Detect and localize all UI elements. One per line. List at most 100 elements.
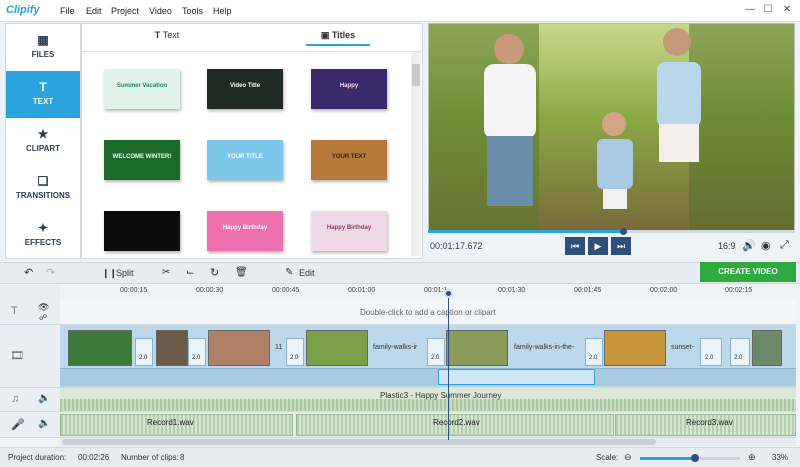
ruler-tick: 00:02:00 [650, 287, 678, 294]
prev-button[interactable]: ⏮ [565, 237, 585, 255]
transition-marker[interactable]: 2.0 [700, 338, 722, 366]
video-clip[interactable] [306, 330, 368, 366]
video-clip[interactable] [752, 330, 782, 366]
tab-text[interactable]: T Text [122, 30, 212, 46]
voice-track[interactable]: Record1.wav Record2.wav Record3.wav [60, 412, 796, 438]
text-icon: T [39, 80, 47, 94]
camera-icon[interactable]: ◉ [761, 239, 771, 252]
crop-icon[interactable]: ⌙ [186, 267, 194, 278]
video-clip[interactable] [208, 330, 270, 366]
title-thumb[interactable] [104, 211, 180, 251]
close-icon[interactable]: ✕ [779, 3, 795, 17]
voice-track-header: 🎤 🔈 [0, 412, 60, 438]
fullscreen-icon[interactable]: ⤢ [780, 239, 789, 252]
time-readout: 00:01:17.672 [430, 241, 483, 251]
sidebar-item-effects[interactable]: ✦ EFFECTS [6, 212, 80, 259]
menu-file[interactable]: File [60, 6, 75, 16]
create-video-button[interactable]: CREATE VIDEO [700, 262, 796, 282]
playback-progress[interactable] [428, 230, 795, 233]
volume-icon[interactable]: 🔈 [38, 393, 50, 404]
progress-knob[interactable] [619, 228, 627, 235]
panel-scrollbar[interactable] [411, 52, 421, 256]
thumb-text: Happy Birthday [326, 225, 372, 231]
maximize-icon[interactable]: ☐ [760, 3, 776, 17]
selected-transition[interactable] [438, 369, 595, 385]
trash-icon[interactable]: 🗑 [235, 267, 248, 278]
edit-button[interactable]: Edit [299, 268, 315, 278]
tab-label: Titles [331, 30, 356, 40]
menu-tools[interactable]: Tools [182, 6, 203, 16]
eye-icon[interactable]: 👁 [38, 302, 49, 313]
timeline-scrollbar[interactable] [60, 438, 796, 446]
menu-video[interactable]: Video [149, 6, 172, 16]
ruler-header [0, 285, 60, 299]
video-clip[interactable] [156, 330, 188, 366]
transition-marker[interactable]: 2.0 [286, 338, 304, 366]
music-track-header: ♫ 🔈 [0, 388, 60, 412]
scale-slider[interactable] [640, 454, 740, 462]
video-clip[interactable]: family-walks-ir [371, 330, 427, 366]
menu-help[interactable]: Help [213, 6, 232, 16]
transition-marker[interactable]: 2.0 [427, 338, 445, 366]
scrollbar-thumb[interactable] [412, 64, 420, 86]
timeline-ruler[interactable]: 00:00:15 00:00:30 00:00:45 00:01:00 00:0… [60, 285, 796, 299]
split-button[interactable]: Split [116, 268, 134, 278]
video-clip[interactable] [604, 330, 666, 366]
scale-handle[interactable] [691, 454, 699, 462]
ruler-tick: 00:02:15 [725, 287, 753, 294]
playhead-handle[interactable] [444, 289, 453, 298]
music-track[interactable]: Plastic3 - Happy Summer Journey [60, 388, 796, 412]
play-button[interactable]: ▶ [588, 237, 608, 255]
sidebar-item-label: TRANSITIONS [15, 191, 71, 200]
transition-marker[interactable]: 2.0 [585, 338, 603, 366]
undo-icon[interactable]: ↶ [24, 266, 33, 279]
link-icon[interactable]: ☍ [39, 313, 47, 322]
video-clip[interactable]: 11 [272, 330, 286, 366]
rotate-icon[interactable]: ↻ [210, 266, 219, 279]
aspect-ratio[interactable]: 16:9 [718, 241, 736, 251]
clip-label: family-walks-in-the- [514, 344, 575, 351]
scrollbar-thumb[interactable] [62, 439, 656, 445]
video-preview[interactable] [428, 23, 795, 231]
redo-icon[interactable]: ↷ [46, 266, 55, 279]
menu-project[interactable]: Project [111, 6, 139, 16]
video-clip[interactable] [446, 330, 508, 366]
transition-marker[interactable]: 2.0 [135, 338, 153, 366]
sidebar-item-text[interactable]: T TEXT [6, 71, 80, 118]
zoom-in-icon[interactable]: ⊕ [748, 452, 756, 463]
next-button[interactable]: ⏭ [611, 237, 631, 255]
zoom-out-icon[interactable]: ⊖ [624, 452, 632, 463]
title-thumb[interactable]: Summer Vacation [104, 69, 180, 109]
transition-marker[interactable]: 2.0 [730, 338, 750, 366]
edit-icon: ✎ [285, 267, 294, 278]
scissors-icon[interactable]: ✂ [162, 267, 170, 278]
volume-icon[interactable]: 🔈 [38, 418, 50, 429]
sidebar-item-transitions[interactable]: ❏ TRANSITIONS [6, 165, 80, 212]
record-clip[interactable]: Record1.wav [60, 414, 293, 436]
thumb-text: YOUR TEXT [331, 154, 367, 160]
title-thumb[interactable]: Happy [311, 69, 387, 109]
title-thumb[interactable]: Happy Birthday [311, 211, 387, 251]
volume-icon[interactable]: 🔊 [742, 239, 756, 252]
playhead-line [448, 293, 449, 440]
title-thumb[interactable]: YOUR TEXT [311, 140, 387, 180]
video-clip[interactable]: sunset- [669, 330, 699, 366]
sidebar-item-files[interactable]: ▦ FILES [6, 24, 80, 71]
sidebar-item-clipart[interactable]: ★ CLIPART [6, 118, 80, 165]
video-track-header: 🎞 [0, 325, 60, 388]
edit-toolbar: ↶ ↷ ❙❙ Split ✂ ⌙ ↻ 🗑 ✎ Edit [0, 262, 800, 284]
minimize-icon[interactable]: — [742, 3, 758, 17]
title-thumb[interactable]: Happy Birthday [207, 211, 283, 251]
video-clip[interactable] [68, 330, 132, 366]
title-thumb[interactable]: YOUR TITLE [207, 140, 283, 180]
record-clip[interactable]: Record3.wav [615, 414, 796, 436]
title-thumb[interactable]: Video Title [207, 69, 283, 109]
record-clip[interactable]: Record2.wav [296, 414, 614, 436]
sidebar-item-label: CLIPART [25, 144, 61, 153]
video-clip[interactable]: family-walks-in-the- [512, 330, 586, 366]
tab-titles[interactable]: ▣ Titles [306, 30, 370, 46]
caption-track[interactable]: Double-click to add a caption or clipart [60, 299, 796, 325]
menu-edit[interactable]: Edit [86, 6, 102, 16]
title-thumb[interactable]: WELCOME WINTER! [104, 140, 180, 180]
transition-marker[interactable]: 2.0 [188, 338, 206, 366]
